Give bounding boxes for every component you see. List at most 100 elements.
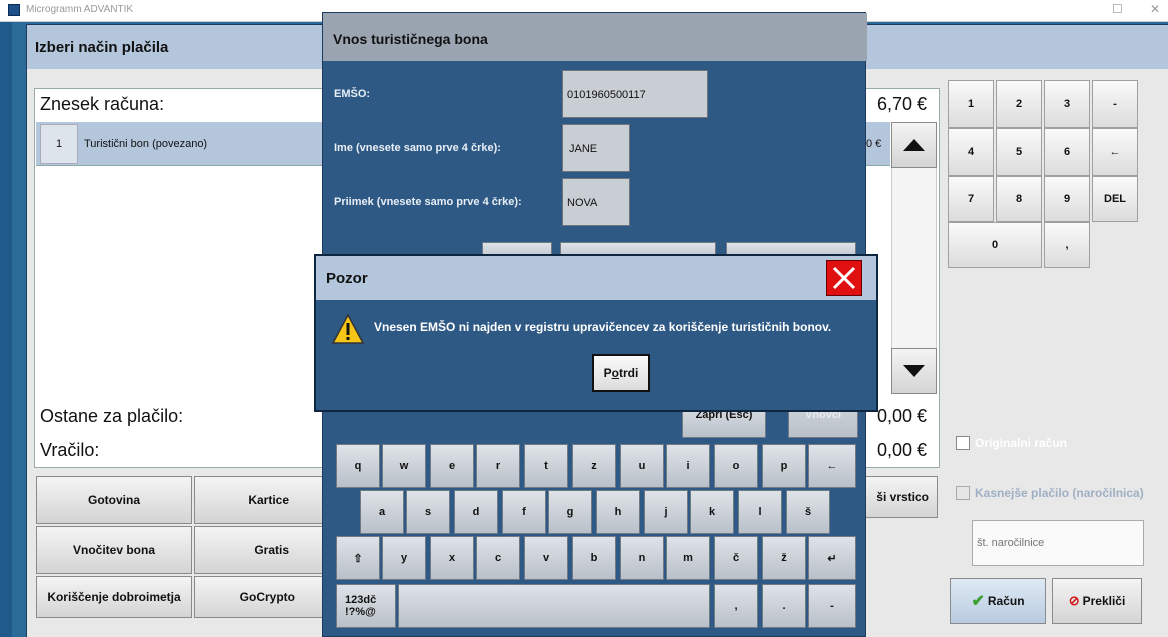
alert-confirm-button[interactable]: Po trdi — [592, 354, 650, 392]
key-space[interactable] — [398, 584, 710, 628]
key-enter[interactable]: ↵ — [808, 536, 856, 580]
alert-title: Pozor — [326, 270, 368, 287]
close-window-icon[interactable]: ✕ — [1150, 2, 1160, 16]
key-w[interactable]: w — [382, 444, 426, 488]
numpad-key-1[interactable]: 1 — [948, 80, 994, 128]
cash-button[interactable]: Gotovina — [36, 476, 192, 524]
key-b[interactable]: b — [572, 536, 616, 580]
cancel-icon: ⊘ — [1068, 593, 1080, 608]
key-i[interactable]: i — [666, 444, 710, 488]
numpad-key-5[interactable]: 5 — [996, 128, 1042, 176]
key-k[interactable]: k — [690, 490, 734, 534]
alert-confirm-label-post: trdi — [619, 366, 639, 380]
arrow-down-icon — [903, 365, 925, 377]
name-value: JANE — [569, 143, 598, 155]
key-o[interactable]: o — [714, 444, 758, 488]
use-credit-button[interactable]: Koriščenje dobroimetja — [36, 576, 192, 618]
numpad-key-4[interactable]: 4 — [948, 128, 994, 176]
surname-field[interactable]: NOVA — [562, 178, 630, 226]
key-m[interactable]: m — [666, 536, 710, 580]
original-receipt-checkbox[interactable] — [956, 436, 970, 450]
scroll-down-button[interactable] — [891, 348, 937, 394]
numpad-key-minus[interactable]: - — [1092, 80, 1138, 128]
cards-button[interactable]: Kartice — [194, 476, 324, 524]
numpad-key-8[interactable]: 8 — [996, 176, 1042, 222]
remaining-label: Ostane za plačilo: — [40, 406, 184, 426]
key-shift[interactable]: ⇧ — [336, 536, 380, 580]
key-q[interactable]: q — [336, 444, 380, 488]
alert-dialog: Pozor Vnesen EMŠO ni najden v registru u… — [314, 254, 878, 412]
key-sh[interactable]: š — [786, 490, 830, 534]
key-z[interactable]: z — [572, 444, 616, 488]
name-field[interactable]: JANE — [562, 124, 630, 172]
later-payment-checkbox[interactable] — [956, 486, 970, 500]
alert-header: Pozor — [316, 256, 876, 300]
emso-field[interactable]: 0101960500117 — [562, 70, 708, 118]
alert-message: Vnesen EMŠO ni najden v registru upravič… — [374, 320, 832, 334]
key-c[interactable]: c — [476, 536, 520, 580]
alert-close-button[interactable] — [826, 260, 862, 296]
amount-label: Znesek računa: — [40, 94, 165, 114]
key-v[interactable]: v — [524, 536, 568, 580]
key-a[interactable]: a — [360, 490, 404, 534]
key-symbols[interactable]: 123dč !?%@ — [336, 584, 396, 628]
key-y[interactable]: y — [382, 536, 426, 580]
key-zh[interactable]: ž — [762, 536, 806, 580]
emso-label: EMŠO: — [334, 88, 371, 100]
key-ch[interactable]: č — [714, 536, 758, 580]
key-g[interactable]: g — [548, 490, 592, 534]
numpad-key-6[interactable]: 6 — [1044, 128, 1090, 176]
numpad-key-backspace[interactable]: ← — [1092, 128, 1138, 176]
scroll-up-button[interactable] — [891, 122, 937, 168]
key-u[interactable]: u — [620, 444, 664, 488]
key-r[interactable]: r — [476, 444, 520, 488]
surname-value: NOVA — [567, 197, 598, 209]
original-receipt-label: Originalni račun — [975, 436, 1068, 450]
payment-dialog-title: Izberi način plačila — [35, 39, 169, 56]
key-d[interactable]: d — [454, 490, 498, 534]
checkmark-icon: ✔ — [971, 593, 985, 610]
key-period[interactable]: . — [762, 584, 806, 628]
emso-value: 0101960500117 — [567, 89, 646, 101]
confirm-label: Račun — [987, 594, 1025, 608]
key-l[interactable]: l — [738, 490, 782, 534]
key-f[interactable]: f — [502, 490, 546, 534]
name-label: Ime (vnesete samo prve 4 črke): — [334, 142, 501, 154]
numpad-key-7[interactable]: 7 — [948, 176, 994, 222]
app-left-strip — [0, 22, 12, 637]
gocrypto-button[interactable]: GoCrypto — [194, 576, 324, 618]
key-symbols-line2: !?%@ — [345, 606, 376, 618]
numpad-key-0[interactable]: 0 — [948, 222, 1042, 268]
key-x[interactable]: x — [430, 536, 474, 580]
order-number-input[interactable] — [972, 520, 1144, 566]
numpad-key-3[interactable]: 3 — [1044, 80, 1090, 128]
numpad-key-del[interactable]: DEL — [1092, 176, 1138, 222]
redeem-voucher-button[interactable]: Vnočitev bona — [36, 526, 192, 574]
close-icon — [832, 266, 856, 290]
app-title: Microgramm ADVANTIK — [26, 4, 134, 15]
voucher-dialog-title: Vnos turističnega bona — [333, 31, 488, 47]
confirm-receipt-button[interactable]: ✔ Račun — [950, 578, 1046, 624]
key-e[interactable]: e — [430, 444, 474, 488]
numpad-key-comma[interactable]: , — [1044, 222, 1090, 268]
minimize-icon[interactable]: ☐ — [1112, 2, 1123, 16]
change-label: Vračilo: — [40, 440, 100, 460]
alert-confirm-label-pre: P — [603, 366, 612, 380]
numpad-key-2[interactable]: 2 — [996, 80, 1042, 128]
key-p[interactable]: p — [762, 444, 806, 488]
key-n[interactable]: n — [620, 536, 664, 580]
key-s[interactable]: s — [406, 490, 450, 534]
key-t[interactable]: t — [524, 444, 568, 488]
delete-row-button[interactable]: ši vrstico — [864, 476, 938, 518]
key-dash[interactable]: - — [808, 584, 856, 628]
cancel-button[interactable]: ⊘ Prekliči — [1052, 578, 1142, 624]
gratis-button[interactable]: Gratis — [194, 526, 324, 574]
key-h[interactable]: h — [596, 490, 640, 534]
key-comma[interactable]: , — [714, 584, 758, 628]
numpad-key-9[interactable]: 9 — [1044, 176, 1090, 222]
key-symbols-line1: 123dč — [345, 594, 377, 606]
key-backspace[interactable]: ← — [808, 444, 856, 488]
key-j[interactable]: j — [644, 490, 688, 534]
arrow-up-icon — [903, 139, 925, 151]
remaining-value: 0,00 € — [877, 406, 928, 426]
